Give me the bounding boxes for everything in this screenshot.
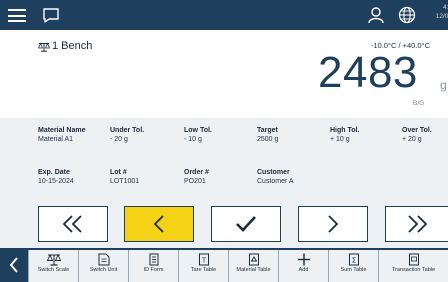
low-tol-field: Low Tol. - 10 g <box>184 126 212 144</box>
softkey-label: Switch Unit <box>89 267 118 273</box>
clock-time: 4:2 <box>442 4 448 11</box>
scale-icon <box>38 42 50 52</box>
material-table-icon <box>248 253 259 266</box>
weight-unit: g <box>440 78 447 92</box>
field-value: - 20 g <box>110 136 128 143</box>
softkey-id-form[interactable]: ID Form <box>128 250 178 282</box>
unit-icon <box>98 253 109 266</box>
clock: 4:2 12/04 <box>428 3 448 21</box>
field-label: Under Tol. <box>110 127 145 134</box>
softkey-transaction-table[interactable]: Transaction Table <box>378 250 448 282</box>
tare-table-icon: T <box>198 253 209 266</box>
info-panel: Material Name Material A1 Under Tol. - 2… <box>0 118 448 200</box>
weight-panel: 1 Bench -10.0°C / +40.0°C 2483 g B/G <box>0 30 448 118</box>
softkey-label: Switch Scale <box>37 267 70 273</box>
softkey-sum-table[interactable]: Σ Sum Table <box>328 250 378 282</box>
scale-icon <box>46 253 61 266</box>
sum-table-icon: Σ <box>348 253 359 266</box>
field-value: PO201 <box>184 178 206 185</box>
softkey-switch-scale[interactable]: Switch Scale <box>28 250 78 282</box>
navigation-row <box>0 200 448 248</box>
field-label: Exp. Date <box>38 169 70 176</box>
softkey-add[interactable]: Add <box>278 250 328 282</box>
field-label: Lot # <box>110 169 127 176</box>
field-value: + 10 g <box>330 136 350 143</box>
add-icon <box>297 253 310 266</box>
field-value: + 20 g <box>402 136 422 143</box>
field-value: Material A1 <box>38 136 74 143</box>
weight-value: 2483 <box>318 48 418 97</box>
softkey-material-table[interactable]: Material Table <box>228 250 278 282</box>
target-field: Target 2500 g <box>257 126 278 144</box>
scale-name[interactable]: 1 Bench <box>52 40 92 52</box>
softkey-label: Transaction Table <box>391 267 436 273</box>
double-chevron-right-icon <box>408 215 428 233</box>
field-label: Customer <box>257 169 290 176</box>
chevron-left-icon <box>153 215 164 233</box>
checkmark-icon <box>236 216 256 232</box>
menu-icon[interactable] <box>8 9 26 22</box>
high-tol-field: High Tol. + 10 g <box>330 126 359 144</box>
field-value: 2500 g <box>257 136 279 143</box>
transaction-table-icon <box>408 253 419 266</box>
chevron-left-icon <box>9 257 18 273</box>
field-label: Target <box>257 127 278 134</box>
field-label: Material Name <box>38 127 86 134</box>
over-tol-field: Over Tol. + 20 g <box>402 126 432 144</box>
softkey-label: ID Form <box>143 267 164 273</box>
top-bar: 4:2 12/04 <box>0 0 448 30</box>
field-value: - 10 g <box>184 136 202 143</box>
softkey-back-button[interactable] <box>0 248 28 282</box>
softkey-switch-unit[interactable]: Switch Unit <box>78 250 128 282</box>
order-field: Order # PO201 <box>184 168 209 186</box>
exp-date-field: Exp. Date 10-15-2024 <box>38 168 74 186</box>
softkey-label: Material Table <box>236 267 271 273</box>
last-button[interactable] <box>385 206 448 242</box>
field-value: 10-15-2024 <box>38 178 74 185</box>
message-icon[interactable] <box>42 7 60 24</box>
under-tol-field: Under Tol. - 20 g <box>110 126 144 144</box>
weight-mode: B/G <box>413 100 425 107</box>
first-button[interactable] <box>38 206 108 242</box>
globe-icon[interactable] <box>398 6 416 24</box>
field-label: High Tol. <box>330 127 360 134</box>
chevron-right-icon <box>328 215 339 233</box>
softkey-label: Tare Table <box>190 267 217 273</box>
lot-field: Lot # LOT1001 <box>110 168 139 186</box>
softkey-label: Add <box>298 267 309 273</box>
confirm-button[interactable] <box>211 206 281 242</box>
field-label: Low Tol. <box>184 127 212 134</box>
user-icon[interactable] <box>367 6 385 24</box>
softkey-bar: Switch Scale Switch Unit ID Form T Tare … <box>0 248 448 282</box>
customer-field: Customer Customer A <box>257 168 294 186</box>
field-value: LOT1001 <box>110 178 140 185</box>
next-button[interactable] <box>298 206 368 242</box>
previous-button[interactable] <box>124 206 194 242</box>
softkey-label: Sum Table <box>340 267 367 273</box>
double-chevron-left-icon <box>62 215 82 233</box>
field-label: Over Tol. <box>402 127 432 134</box>
clock-date: 12/04 <box>435 13 448 20</box>
softkey-tare-table[interactable]: T Tare Table <box>178 250 228 282</box>
svg-text:Σ: Σ <box>351 257 355 265</box>
form-icon <box>149 253 158 266</box>
svg-text:T: T <box>201 258 206 265</box>
field-value: Customer A <box>257 178 294 185</box>
material-name-field: Material Name Material A1 <box>38 126 85 144</box>
field-label: Order # <box>184 169 209 176</box>
